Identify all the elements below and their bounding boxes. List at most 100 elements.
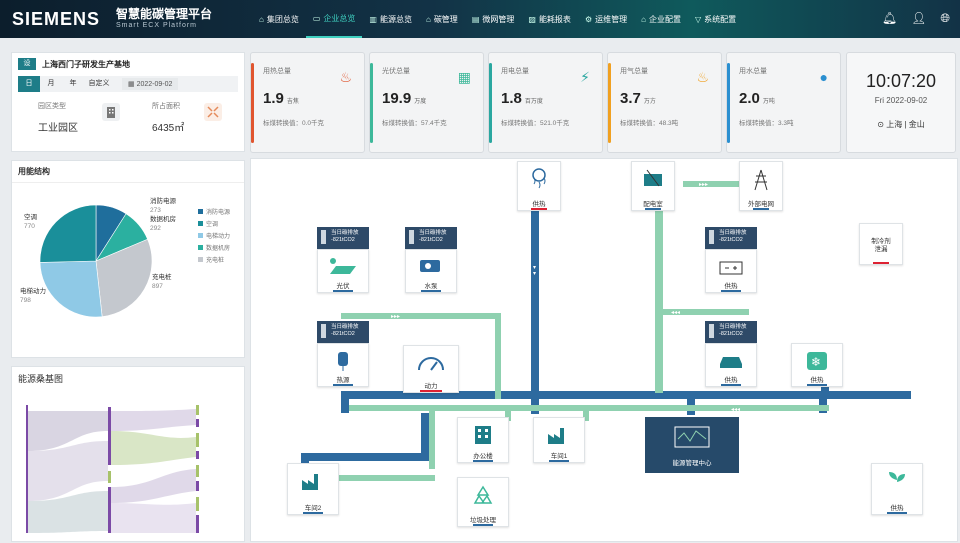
nav-item-enterprise-config[interactable]: ⌂ 企业配置 [634, 0, 688, 38]
site-icon: 设 [18, 58, 36, 70]
sankey-mid-bar [108, 487, 111, 533]
siemens-logo[interactable]: SIEMENS [12, 9, 100, 30]
kpi-card-electricity[interactable]: 用电总量 ⚡ 1.8 百万度 标煤转换值：521.0千克 [488, 52, 603, 153]
sankey-flow [111, 469, 196, 503]
nav-item-reports[interactable]: ▨ 能耗报表 [521, 0, 578, 38]
pipe-blue [687, 391, 695, 415]
nav-item-maintenance[interactable]: ⚙ 运维管理 [578, 0, 634, 38]
nav-label: 运维管理 [595, 14, 628, 24]
pipe-blue [531, 209, 539, 414]
tab-year[interactable]: 年 [62, 76, 84, 92]
kpi-card-heat[interactable]: 用热总量 ♨ 1.9 吉焦 标煤转换值：0.0千克 [250, 52, 365, 153]
top-navigation-bar: SIEMENS 智慧能碳管理平台 Smart ECX Platform ⌂ 集团总… [0, 0, 960, 38]
pipe-green [655, 181, 663, 393]
nav-item-energy-overview[interactable]: ▥ 能源总览 [362, 0, 419, 38]
kpi-accent-bar [370, 63, 373, 143]
site-name: 上海西门子研发生产基地 [42, 59, 130, 69]
node-workshop-1[interactable]: 车间1 [533, 417, 585, 463]
legend-swatch [198, 245, 203, 250]
water-drop-icon: ● [819, 69, 828, 85]
node-plant-heating[interactable]: 供热 [871, 463, 923, 515]
kpi-accent-bar [251, 63, 254, 143]
pipe-blue [301, 453, 429, 461]
tab-month[interactable]: 月 [40, 76, 62, 92]
legend-label: 空调 [206, 222, 219, 228]
legend-item[interactable]: 数据机房 [198, 243, 230, 252]
kpi-card-gas[interactable]: 用气总量 ♨ 3.7 万方 标煤转换值：48.3吨 [607, 52, 722, 153]
svg-text:◂◂◂: ◂◂◂ [671, 309, 680, 316]
pipe-blue [421, 413, 429, 458]
pipe-green [341, 313, 501, 319]
node-external-grid[interactable]: 外部电网 [739, 161, 783, 211]
nav-item-enterprise-overview[interactable]: ▭ 企业总览 [305, 0, 363, 38]
factory-icon: ⌂ [425, 14, 431, 24]
sankey-flow [111, 431, 196, 465]
carbon-tag-car: 当日碳排放 -821tCO2 [705, 321, 757, 343]
node-refrigerant-leak[interactable]: 制冷剂 泄漏 [859, 223, 903, 265]
node-recycling[interactable]: 垃圾处理 [457, 477, 509, 527]
nav-item-microgrid[interactable]: ▤ 微网管理 [465, 0, 522, 38]
carbon-tag-pv: 当日碳排放 -821tCO2 [317, 227, 369, 249]
nav-item-group-overview[interactable]: ⌂ 集团总览 [252, 0, 306, 38]
legend-swatch [198, 209, 203, 214]
pie-slice-3[interactable] [39, 260, 103, 318]
tab-custom[interactable]: 自定义 [84, 76, 114, 92]
kpi-conversion: 标煤转换值：521.0千克 [501, 120, 570, 127]
filter-icon: ▽ [694, 14, 702, 24]
node-heating-right[interactable]: 供热 [705, 249, 757, 293]
kpi-value: 19.9 万度 [382, 90, 427, 107]
nav-label: 能源总览 [379, 14, 412, 24]
kpi-card-water[interactable]: 用水总量 ● 2.0 万吨 标煤转换值：3.3吨 [726, 52, 841, 153]
node-car-heating[interactable]: 供热 [705, 343, 757, 387]
date-picker[interactable]: ▦ 2022-09-02 [122, 78, 179, 90]
kpi-title: 用水总量 [739, 68, 767, 75]
pie-label-fire-power: 消防电源 273 [150, 198, 176, 214]
svg-text:▸▸▸: ▸▸▸ [381, 397, 390, 404]
sankey-flow [111, 409, 196, 431]
legend-label: 数据机房 [206, 246, 231, 252]
node-pump[interactable]: 水泵 [405, 249, 457, 293]
legend-item[interactable]: 充电桩 [198, 255, 230, 264]
node-distribution-room[interactable]: 配电室 [631, 161, 675, 211]
nav-item-carbon[interactable]: ⌂ 碳管理 [419, 0, 465, 38]
legend-item[interactable]: 消防电源 [198, 207, 230, 216]
carbon-tag-hot-water: 当日碳排放 -821tCO2 [317, 321, 369, 343]
pipe-blue [341, 391, 349, 413]
kpi-conversion: 标煤转换值：0.0千克 [263, 120, 325, 127]
nav-label: 能耗报表 [538, 14, 571, 24]
kpi-conversion: 标煤转换值：3.3吨 [739, 120, 794, 127]
tab-day[interactable]: 日 [18, 76, 40, 92]
energy-management-center[interactable]: 能源管理中心 [645, 417, 739, 473]
date-value: 2022-09-02 [136, 81, 173, 88]
node-heating-top[interactable]: 供热 [517, 161, 561, 211]
tools-icon: ⚙ [584, 14, 593, 24]
pie-slice-4[interactable] [39, 204, 97, 263]
globe-icon[interactable]: 🌐︎ [940, 11, 950, 26]
clock-location: ⊙ 上海 | 金山 [877, 120, 925, 129]
nav-label: 系统配置 [704, 14, 737, 24]
pie-label-charging: 充电桩 897 [152, 274, 172, 290]
energy-structure-panel: 用能结构 消防电源 273 数据机房 292 空调 770 充电桩 897 电梯动力 79… [11, 160, 245, 358]
kpi-card-pv[interactable]: 光伏总量 ▦ 19.9 万度 标煤转换值：57.4千克 [369, 52, 484, 153]
legend-item[interactable]: 电梯动力 [198, 231, 230, 240]
pipe-green [429, 409, 435, 469]
sankey-mid-bar [108, 407, 111, 465]
clock-time: 10:07:20 [865, 71, 937, 91]
node-cooling[interactable]: ❄ 供热 [791, 343, 843, 387]
node-power[interactable]: 动力 [403, 345, 459, 393]
node-pv[interactable]: 光伏 [317, 249, 369, 293]
node-office[interactable]: 办公楼 [457, 417, 509, 463]
user-icon[interactable]: 👤︎ [911, 11, 926, 26]
node-workshop-2[interactable]: 车间2 [287, 463, 339, 515]
clock-date: Fri 2022-09-02 [874, 96, 928, 105]
location-icon: ⊙ [877, 120, 887, 129]
node-hot-water[interactable]: 热源 [317, 343, 369, 387]
pipe-green [683, 181, 743, 187]
expand-area-icon [204, 103, 222, 121]
app-title: 智慧能碳管理平台 [116, 7, 213, 21]
bell-icon[interactable]: 🔔︎ [882, 11, 897, 26]
pie-label-data-center: 数据机房 292 [150, 216, 176, 232]
nav-item-system-config[interactable]: ▽ 系统配置 [688, 0, 743, 38]
legend-item[interactable]: 空调 [198, 219, 230, 228]
sankey-title: 能源桑基图 [18, 374, 64, 384]
